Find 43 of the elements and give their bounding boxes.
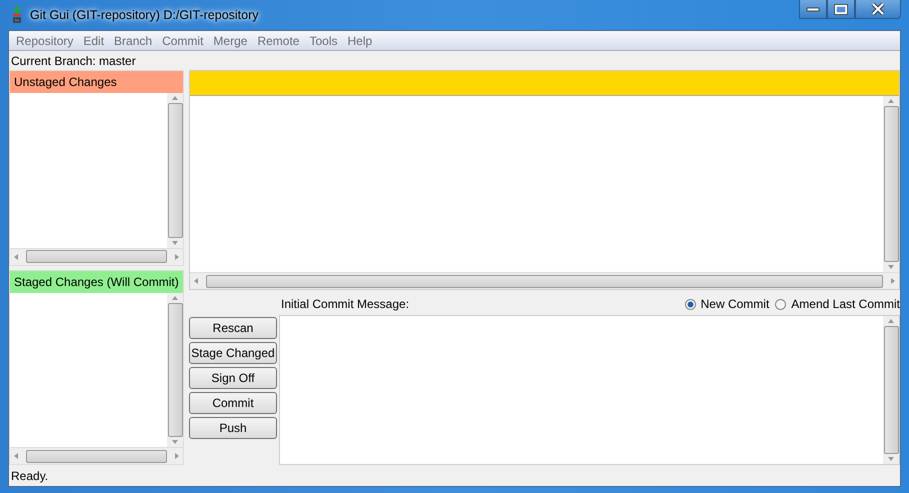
status-text: Ready. [11,468,48,482]
vertical-scrollbar[interactable] [883,96,899,272]
menu-item[interactable]: Commit [157,34,208,48]
scroll-right-icon[interactable] [175,254,179,260]
menu-item[interactable]: Help [342,34,378,48]
horizontal-scrollbar[interactable] [190,272,899,289]
vertical-scrollbar[interactable] [167,93,183,248]
scroll-down-icon[interactable] [888,457,894,461]
vertical-scrollbar[interactable] [883,316,899,464]
commit-message-field[interactable] [279,315,900,465]
action-button[interactable]: Rescan [189,317,277,339]
vertical-scrollbar[interactable] [167,292,183,447]
minimize-icon [806,6,820,12]
commit-message-label: Initial Commit Message: [281,297,410,311]
menu-item[interactable]: Branch [109,34,158,48]
menu-item[interactable]: Merge [208,34,252,48]
git-logo-icon [10,6,24,24]
scroll-left-icon[interactable] [14,453,18,459]
minimize-button[interactable] [799,0,827,19]
action-button[interactable]: Sign Off [189,367,277,389]
commit-type-radio[interactable]: Amend Last Commit [775,297,900,311]
action-button[interactable]: Stage Changed [189,342,277,364]
menu-item[interactable]: Tools [304,34,342,48]
staged-changes-header: Staged Changes (Will Commit) [10,270,183,292]
current-branch-label: Current Branch: master [11,54,136,68]
unstaged-changes-header: Unstaged Changes [10,71,183,93]
window-title: Git Gui (GIT-repository) D:/GIT-repository [30,8,259,22]
maximize-icon [834,4,848,14]
scroll-left-icon[interactable] [194,278,198,284]
scroll-right-icon[interactable] [175,453,179,459]
menu-item[interactable]: Repository [11,34,78,48]
menu-item[interactable]: Edit [78,34,110,48]
menu-item[interactable]: Remote [252,34,304,48]
scroll-right-icon[interactable] [891,278,895,284]
action-button[interactable]: Commit [189,392,277,414]
horizontal-scrollbar[interactable] [10,248,183,264]
close-icon [871,3,885,15]
action-button[interactable]: Push [189,417,277,439]
close-button[interactable] [855,0,901,19]
horizontal-scrollbar[interactable] [10,447,183,464]
scroll-left-icon[interactable] [14,254,18,260]
commit-type-radio[interactable]: New Commit [684,297,770,311]
maximize-button[interactable] [827,0,855,19]
